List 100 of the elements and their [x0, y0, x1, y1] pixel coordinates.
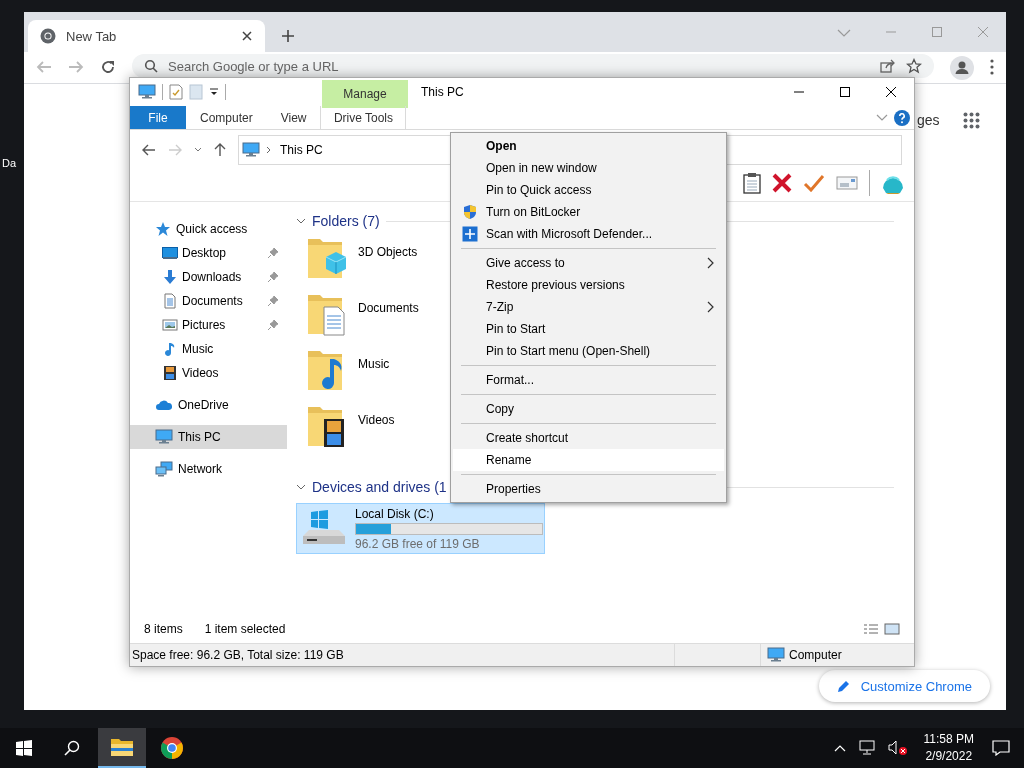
menu-item[interactable]: Pin to Start menu (Open-Shell) — [453, 340, 724, 362]
windows-start-icon[interactable] — [16, 740, 32, 756]
computer-icon — [155, 429, 173, 445]
shield-icon — [462, 204, 477, 220]
folder-item[interactable]: Videos — [296, 401, 395, 457]
document-icon — [162, 293, 178, 309]
reload-icon[interactable] — [100, 59, 116, 75]
dropdown-icon[interactable] — [209, 87, 219, 97]
ribbon-tab[interactable]: File — [130, 106, 186, 129]
star-outline-icon[interactable] — [906, 58, 922, 74]
menu-item[interactable]: Properties — [453, 478, 724, 500]
images-link[interactable]: ges — [917, 112, 940, 128]
apps-grid-icon[interactable] — [963, 112, 980, 129]
item-count: 8 items — [144, 622, 183, 636]
menu-item[interactable]: Format... — [453, 369, 724, 391]
free-space-text: 96.2 GB free of 119 GB — [355, 536, 481, 551]
defender-icon — [461, 226, 478, 242]
ribbon-tab[interactable]: Drive Tools — [320, 106, 407, 129]
drive-name: Local Disk (C:) — [355, 506, 435, 521]
profile-icon[interactable] — [950, 56, 974, 80]
computer-icon — [138, 84, 156, 100]
volume-muted-icon[interactable] — [887, 740, 908, 756]
computer-icon — [242, 142, 260, 158]
nav-item[interactable]: Pictures — [130, 313, 287, 337]
picture-icon — [162, 317, 178, 333]
envelope-icon[interactable] — [836, 176, 858, 190]
new-tab-icon[interactable] — [281, 29, 295, 43]
menu-item[interactable]: Pin to Start — [453, 318, 724, 340]
desktop-icon — [162, 245, 178, 261]
show-hidden-icons-icon[interactable] — [833, 744, 846, 752]
chrome-logo-icon — [160, 736, 184, 760]
nav-item[interactable]: Videos — [130, 361, 287, 385]
pin-icon — [267, 295, 279, 307]
nav-item[interactable]: Documents — [130, 289, 287, 313]
share-icon[interactable] — [880, 59, 896, 73]
delete-icon[interactable] — [772, 173, 792, 193]
pin-icon — [267, 247, 279, 259]
menu-item[interactable]: Restore previous versions — [453, 274, 724, 296]
folder-icon — [110, 737, 134, 757]
clock-time[interactable]: 11:58 PM — [923, 731, 974, 748]
menu-item[interactable]: 7-Zip — [453, 296, 724, 318]
address-bar[interactable]: Search Google or type a URL — [132, 54, 934, 78]
chevron-down-icon[interactable] — [296, 482, 306, 492]
recent-locations-icon[interactable] — [194, 147, 202, 153]
nav-item[interactable]: Desktop — [130, 241, 287, 265]
nav-item[interactable]: Music — [130, 337, 287, 361]
customize-chrome-button[interactable]: Customize Chrome — [818, 670, 990, 702]
checkmark-icon[interactable] — [803, 174, 825, 192]
desktop-icon-label[interactable]: Da — [2, 157, 17, 169]
nav-item[interactable]: Downloads — [130, 265, 287, 289]
browser-tab[interactable]: New Tab — [28, 20, 265, 52]
close-icon[interactable] — [885, 86, 897, 98]
nav-item[interactable]: This PC — [130, 425, 287, 449]
film-icon — [162, 365, 178, 381]
pencil-icon — [836, 679, 851, 693]
cloud-icon — [155, 398, 173, 412]
ribbon-tab[interactable]: View — [266, 106, 321, 129]
menu-item[interactable]: Copy — [453, 398, 724, 420]
expand-ribbon-icon[interactable] — [876, 113, 888, 122]
nav-item[interactable]: OneDrive — [130, 393, 287, 417]
window-title: This PC — [421, 85, 464, 99]
back-arrow-icon[interactable] — [142, 144, 156, 156]
folder-item[interactable]: 3D Objects — [296, 233, 418, 289]
breadcrumb-chevron-icon — [266, 146, 272, 154]
more-menu-icon[interactable] — [990, 59, 994, 75]
search-icon[interactable] — [64, 740, 80, 756]
menu-item[interactable]: Open in new window — [453, 157, 724, 179]
maximize-icon[interactable] — [839, 86, 851, 98]
nav-item[interactable]: Quick access — [130, 217, 287, 241]
menu-item[interactable]: Scan with Microsoft Defender... — [453, 223, 724, 245]
status-text: Space free: 96.2 GB, Total size: 119 GB — [132, 648, 345, 662]
clipboard-icon[interactable] — [743, 172, 761, 194]
chevron-down-icon[interactable] — [296, 216, 306, 226]
menu-item[interactable]: Create shortcut — [453, 427, 724, 449]
properties-icon[interactable] — [169, 84, 183, 100]
network-icon[interactable] — [857, 740, 876, 756]
drive-tile[interactable]: Local Disk (C:) 96.2 GB free of 119 GB — [296, 503, 545, 554]
clock-date[interactable]: 2/9/2022 — [925, 748, 973, 765]
tab-title: New Tab — [66, 28, 118, 44]
close-icon[interactable] — [241, 30, 253, 42]
menu-item[interactable]: Open — [453, 135, 724, 157]
selection-count: 1 item selected — [204, 622, 286, 636]
search-icon — [144, 59, 158, 73]
group-header: Folders (7) — [312, 213, 380, 229]
menu-item[interactable]: Turn on BitLocker — [453, 201, 724, 223]
menu-item[interactable]: Pin to Quick access — [453, 179, 724, 201]
folder-item[interactable]: Documents — [296, 289, 419, 345]
nav-item[interactable]: Network — [130, 457, 287, 481]
up-arrow-icon[interactable] — [214, 143, 226, 157]
folder-item[interactable]: Music — [296, 345, 390, 401]
help-icon[interactable] — [894, 109, 910, 126]
zone-label: Computer — [789, 648, 842, 662]
contextual-tab-group: Manage — [322, 80, 408, 108]
menu-item[interactable]: Rename — [453, 449, 724, 471]
ribbon-tab[interactable]: Computer — [186, 106, 267, 129]
chrome-logo-icon — [40, 28, 56, 44]
notifications-icon[interactable] — [992, 740, 1010, 756]
menu-item[interactable]: Give access to — [453, 252, 724, 274]
taskbar-app[interactable] — [98, 728, 146, 768]
computer-icon — [767, 647, 785, 663]
